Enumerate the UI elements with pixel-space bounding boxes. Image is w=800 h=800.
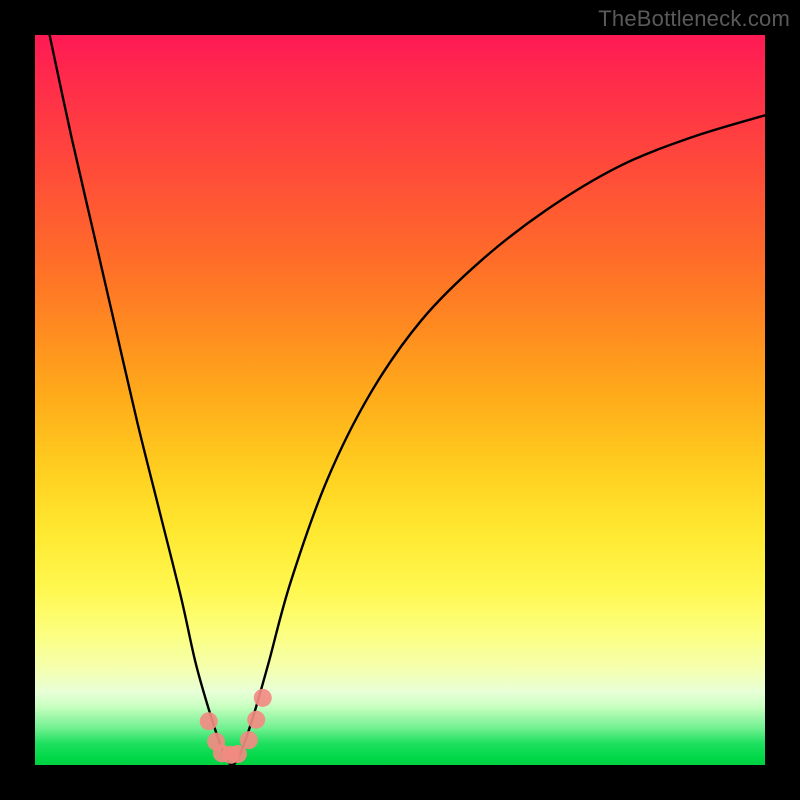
- marker-group: [200, 689, 272, 764]
- curve-marker: [247, 711, 265, 729]
- attribution-text: TheBottleneck.com: [598, 6, 790, 32]
- bottleneck-curve-svg: [35, 35, 765, 765]
- chart-frame: TheBottleneck.com: [0, 0, 800, 800]
- plot-area: [35, 35, 765, 765]
- curve-marker: [254, 689, 272, 707]
- bottleneck-curve-path: [50, 35, 765, 765]
- curve-marker: [240, 731, 258, 749]
- curve-marker: [200, 712, 218, 730]
